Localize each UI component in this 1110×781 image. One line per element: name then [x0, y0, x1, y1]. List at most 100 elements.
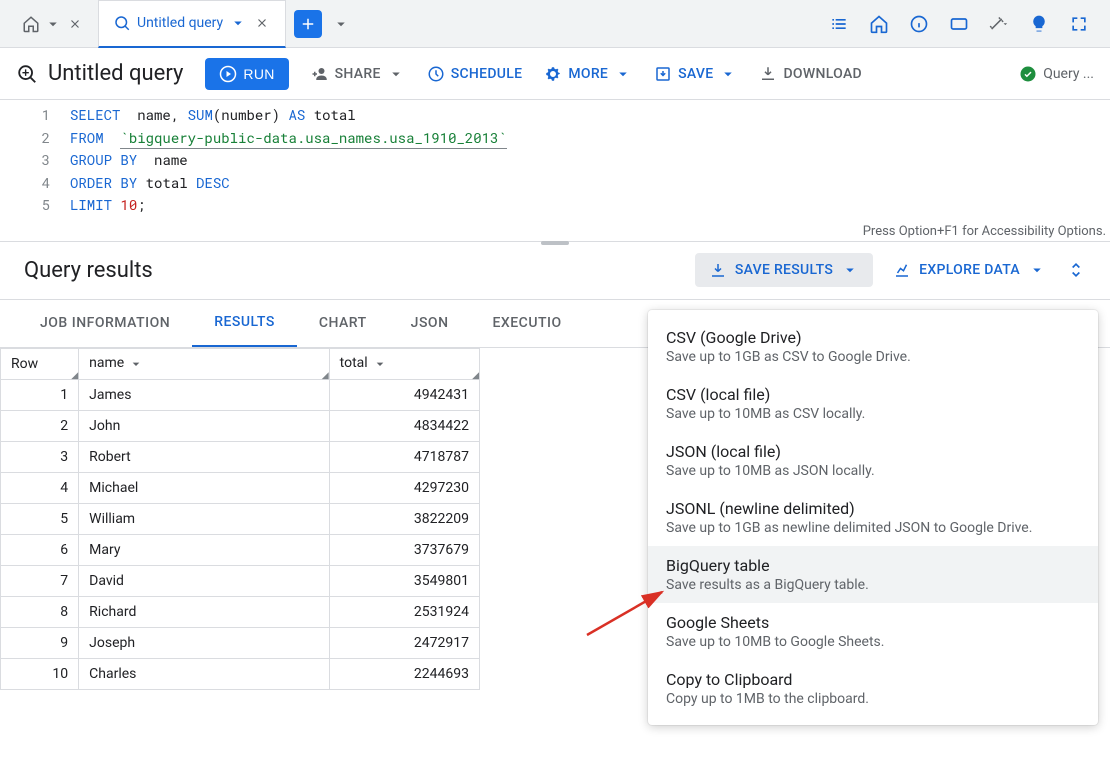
menu-item-csv-google-drive-[interactable]: CSV (Google Drive)Save up to 1GB as CSV … [648, 318, 1098, 375]
results-title: Query results [24, 258, 153, 283]
table-row[interactable]: 7David3549801 [1, 565, 480, 596]
menu-item-title: JSONL (newline delimited) [666, 499, 1080, 518]
schedule-button[interactable]: SCHEDULE [427, 65, 523, 83]
menu-item-bigquery-table[interactable]: BigQuery tableSave results as a BigQuery… [648, 546, 1098, 603]
download-label: DOWNLOAD [783, 66, 862, 82]
table-row[interactable]: 10Charles2244693 [1, 658, 480, 689]
more-button[interactable]: MORE [544, 65, 632, 83]
tab-home[interactable] [8, 0, 98, 48]
table-row[interactable]: 2John4834422 [1, 410, 480, 441]
cell-row: 8 [1, 596, 79, 627]
tab-label: Untitled query [137, 15, 223, 31]
cell-name: William [79, 503, 330, 534]
cell-total: 4834422 [329, 410, 479, 441]
save-results-menu: CSV (Google Drive)Save up to 1GB as CSV … [648, 310, 1098, 725]
table-row[interactable]: 3Robert4718787 [1, 441, 480, 472]
table-row[interactable]: 8Richard2531924 [1, 596, 480, 627]
close-icon[interactable] [66, 15, 84, 33]
download-icon [709, 261, 727, 279]
add-tab-dropdown[interactable] [332, 15, 350, 33]
tab-right-icons [828, 13, 1102, 35]
column-total[interactable]: total◢ [329, 348, 479, 379]
chevron-down-icon [44, 15, 62, 33]
table-row[interactable]: 6Mary3737679 [1, 534, 480, 565]
column-name[interactable]: name◢ [79, 348, 330, 379]
cell-total: 3822209 [329, 503, 479, 534]
query-title: Untitled query [16, 61, 183, 86]
menu-item-copy-to-clipboard[interactable]: Copy to ClipboardCopy up to 1MB to the c… [648, 660, 1098, 717]
person-add-icon [311, 65, 329, 83]
menu-item-jsonl-newline-delimited-[interactable]: JSONL (newline delimited)Save up to 1GB … [648, 489, 1098, 546]
tab-job-information[interactable]: JOB INFORMATION [18, 299, 192, 347]
explore-data-label: EXPLORE DATA [919, 262, 1020, 278]
accessibility-hint: Press Option+F1 for Accessibility Option… [863, 224, 1106, 239]
lightbulb-icon[interactable] [1028, 13, 1050, 35]
keyboard-icon[interactable] [948, 13, 970, 35]
editor-code[interactable]: SELECT name, SUM(number) AS totalFROM `b… [62, 100, 507, 241]
cell-row: 1 [1, 379, 79, 410]
tab-results[interactable]: RESULTS [192, 299, 297, 347]
cell-name: David [79, 565, 330, 596]
chevron-down-icon [614, 65, 632, 83]
cell-name: Charles [79, 658, 330, 689]
query-action-bar: Untitled query RUN SHARE SCHEDULE MORE S… [0, 48, 1110, 100]
menu-item-json-local-file-[interactable]: JSON (local file)Save up to 10MB as JSON… [648, 432, 1098, 489]
explore-data-button[interactable]: EXPLORE DATA [893, 261, 1046, 279]
tab-chart[interactable]: CHART [297, 299, 389, 347]
resize-handle[interactable] [541, 241, 569, 245]
clock-icon [427, 65, 445, 83]
table-row[interactable]: 1James4942431 [1, 379, 480, 410]
tab-json[interactable]: JSON [389, 299, 471, 347]
magic-icon[interactable] [988, 13, 1010, 35]
cell-row: 9 [1, 627, 79, 658]
tab-execution[interactable]: EXECUTIO [471, 299, 584, 347]
info-icon[interactable] [908, 13, 930, 35]
cell-name: Richard [79, 596, 330, 627]
tab-untitled-query[interactable]: Untitled query [98, 0, 286, 48]
table-row[interactable]: 9Joseph2472917 [1, 627, 480, 658]
chevron-down-icon [841, 261, 859, 279]
sort-icon [128, 356, 144, 372]
add-tab-button[interactable] [294, 10, 322, 38]
table-row[interactable]: 4Michael4297230 [1, 472, 480, 503]
cell-row: 10 [1, 658, 79, 689]
list-icon[interactable] [828, 13, 850, 35]
cell-total: 3549801 [329, 565, 479, 596]
run-button-label: RUN [243, 66, 274, 82]
menu-item-desc: Save up to 10MB as CSV locally. [666, 406, 1080, 422]
tab-bar: Untitled query [0, 0, 1110, 48]
menu-item-title: CSV (local file) [666, 385, 1080, 404]
download-button[interactable]: DOWNLOAD [759, 65, 862, 83]
cell-name: Joseph [79, 627, 330, 658]
menu-item-google-sheets[interactable]: Google SheetsSave up to 10MB to Google S… [648, 603, 1098, 660]
menu-item-title: BigQuery table [666, 556, 1080, 575]
home-icon [22, 15, 40, 33]
cell-row: 4 [1, 472, 79, 503]
run-button[interactable]: RUN [205, 58, 288, 90]
cell-total: 2244693 [329, 658, 479, 689]
save-icon [654, 65, 672, 83]
table-row[interactable]: 5William3822209 [1, 503, 480, 534]
sql-editor[interactable]: 1 2 3 4 5 SELECT name, SUM(number) AS to… [0, 100, 1110, 242]
chevron-down-icon [387, 65, 405, 83]
share-button[interactable]: SHARE [311, 65, 405, 83]
menu-item-csv-local-file-[interactable]: CSV (local file) Save up to 10MB as CSV l… [648, 375, 1098, 432]
cell-total: 2531924 [329, 596, 479, 627]
save-results-button[interactable]: SAVE RESULTS [695, 253, 873, 287]
expand-collapse-icon[interactable] [1066, 260, 1086, 280]
cell-name: John [79, 410, 330, 441]
results-header: Query results SAVE RESULTS EXPLORE DATA [0, 242, 1110, 300]
schedule-label: SCHEDULE [451, 66, 523, 82]
close-icon[interactable] [253, 14, 271, 32]
gear-icon [544, 65, 562, 83]
query-icon [113, 14, 131, 32]
menu-item-title: Google Sheets [666, 613, 1080, 632]
fullscreen-icon[interactable] [1068, 13, 1090, 35]
save-button[interactable]: SAVE [654, 65, 737, 83]
menu-item-desc: Save up to 1GB as CSV to Google Drive. [666, 349, 1080, 365]
home-outline-icon[interactable] [868, 13, 890, 35]
more-label: MORE [568, 66, 608, 82]
cell-name: Robert [79, 441, 330, 472]
query-status-text: Query ... [1043, 66, 1094, 82]
column-row[interactable]: Row◢ [1, 348, 79, 379]
